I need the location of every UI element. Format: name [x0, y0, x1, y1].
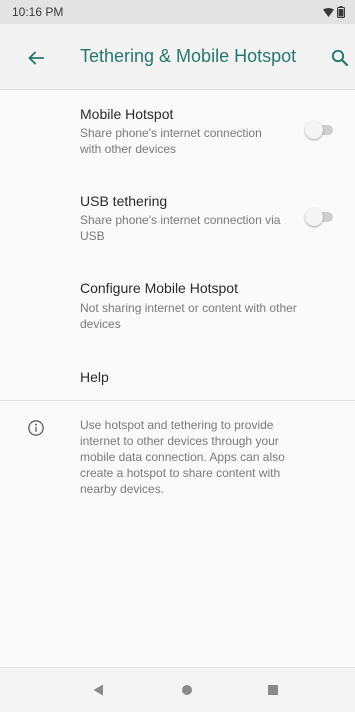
status-icons — [323, 6, 345, 18]
toggle-thumb — [305, 208, 323, 226]
circle-home-icon — [182, 685, 192, 695]
pref-usb-tethering[interactable]: USB tethering Share phone's internet con… — [0, 175, 355, 255]
pref-title: Help — [80, 369, 109, 385]
navigation-bar — [0, 667, 355, 712]
page-title: Tethering & Mobile Hotspot — [80, 46, 297, 66]
pref-summary: Share phone's internet connection via US… — [80, 213, 281, 243]
status-time: 10:16 PM — [12, 5, 64, 19]
arrow-left-icon — [28, 51, 44, 65]
mobile-hotspot-toggle[interactable] — [305, 121, 335, 139]
toggle-thumb — [305, 121, 323, 139]
pref-title: Mobile Hotspot — [80, 106, 174, 122]
nav-back-button[interactable] — [91, 683, 105, 697]
divider — [0, 400, 355, 401]
info-icon — [28, 420, 44, 436]
wifi-icon — [323, 7, 334, 17]
pref-mobile-hotspot[interactable]: Mobile Hotspot Share phone's internet co… — [0, 89, 355, 169]
nav-home-button[interactable] — [180, 683, 194, 697]
pref-summary: Not sharing internet or content with oth… — [80, 301, 297, 331]
footer-info-text: Use hotspot and tethering to provide int… — [80, 418, 285, 496]
search-icon — [331, 49, 349, 67]
pref-summary: Share phone's internet connection with o… — [80, 126, 262, 156]
back-button[interactable] — [26, 48, 46, 68]
triangle-back-icon — [93, 684, 103, 696]
pref-configure-mobile-hotspot[interactable]: Configure Mobile Hotspot Not sharing int… — [0, 263, 355, 343]
square-recents-icon — [268, 685, 278, 695]
screen: 10:16 PM Tethering & Mobile Hotspot Mobi… — [0, 0, 355, 712]
pref-help[interactable]: Help — [0, 351, 355, 403]
pref-title: USB tethering — [80, 193, 168, 209]
app-bar: Tethering & Mobile Hotspot — [0, 24, 355, 90]
usb-tethering-toggle[interactable] — [305, 208, 335, 226]
battery-icon — [337, 6, 345, 18]
pref-title: Configure Mobile Hotspot — [80, 280, 238, 296]
status-bar: 10:16 PM — [0, 0, 355, 24]
nav-recents-button[interactable] — [266, 683, 280, 697]
search-button[interactable] — [330, 48, 350, 68]
